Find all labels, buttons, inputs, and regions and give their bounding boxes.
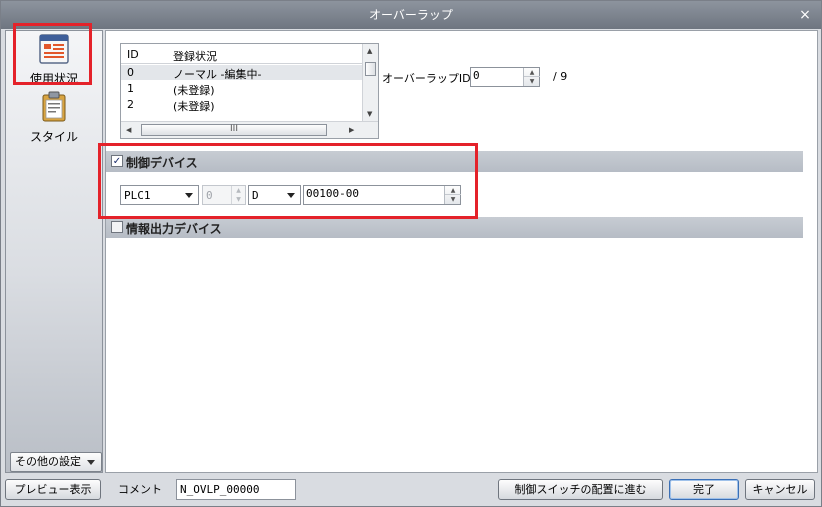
overlap-id-input[interactable] <box>473 69 521 82</box>
list-item-id: 1 <box>127 82 134 95</box>
list-item[interactable]: 1 (未登録) <box>121 81 362 97</box>
cancel-button[interactable]: キャンセル <box>745 479 815 500</box>
column-header-id: ID <box>127 48 139 61</box>
info-output-device-section-header: 情報出力デバイス <box>106 217 803 238</box>
main-content-pane: ID 登録状況 0 ノーマル -編集中- 1 (未登録) 2 (未登録) ▲ ▼ <box>105 30 818 473</box>
list-item[interactable]: 2 (未登録) <box>121 97 362 113</box>
device-type-value: D <box>252 189 259 202</box>
device-address-stepper[interactable]: ▲ ▼ <box>303 185 461 205</box>
other-settings-label: その他の設定 <box>15 455 81 468</box>
nav-item-style[interactable]: スタイル <box>12 89 96 144</box>
station-stepper: 0 ▲ ▼ <box>202 185 246 205</box>
list-horizontal-scrollbar[interactable]: ◀ III ▶ <box>121 121 378 138</box>
window-title: オーバーラップ <box>369 8 453 22</box>
spin-down-icon[interactable]: ▼ <box>524 77 540 86</box>
comment-input[interactable] <box>180 483 292 496</box>
device-address-spin-buttons[interactable]: ▲ ▼ <box>444 186 461 204</box>
other-settings-dropdown[interactable]: その他の設定 <box>10 452 102 472</box>
device-type-select[interactable]: D <box>248 185 301 205</box>
comment-label: コメント <box>118 483 162 496</box>
info-output-device-title: 情報出力デバイス <box>126 222 222 236</box>
list-item[interactable]: 0 ノーマル -編集中- <box>121 65 362 81</box>
scroll-left-arrow-icon[interactable]: ◀ <box>126 126 131 134</box>
close-icon[interactable]: × <box>797 1 813 29</box>
scroll-up-arrow-icon[interactable]: ▲ <box>367 47 372 55</box>
switch-placement-button[interactable]: 制御スイッチの配置に進む <box>498 479 663 500</box>
device-address-input[interactable] <box>306 187 440 200</box>
plc-select[interactable]: PLC1 <box>120 185 199 205</box>
horizontal-scroll-thumb[interactable]: III <box>141 124 327 136</box>
list-item-id: 0 <box>127 66 134 79</box>
chevron-down-icon <box>87 460 95 465</box>
spin-up-icon[interactable]: ▲ <box>524 68 540 77</box>
control-device-title: 制御デバイス <box>126 156 198 170</box>
overlap-list[interactable]: ID 登録状況 0 ノーマル -編集中- 1 (未登録) 2 (未登録) ▲ ▼ <box>120 43 379 139</box>
overlap-id-stepper[interactable]: ▲ ▼ <box>470 67 540 87</box>
overlap-id-total: / 9 <box>553 70 568 83</box>
list-item-status: (未登録) <box>173 84 215 97</box>
overlap-id-spin-buttons[interactable]: ▲ ▼ <box>523 68 540 86</box>
chevron-down-icon <box>185 193 193 198</box>
control-device-section-header: ✓ 制御デバイス <box>106 151 803 172</box>
comment-field[interactable] <box>176 479 296 500</box>
overlap-id-label: オーバーラップID <box>382 72 471 85</box>
list-header: ID 登録状況 <box>121 44 362 64</box>
preview-button[interactable]: プレビュー表示 <box>5 479 101 500</box>
nav-label-style: スタイル <box>29 130 78 144</box>
control-device-checkbox[interactable]: ✓ <box>111 155 123 167</box>
spin-up-icon[interactable]: ▲ <box>445 186 461 195</box>
list-vertical-scrollbar[interactable]: ▲ ▼ <box>362 44 378 122</box>
list-item-id: 2 <box>127 98 134 111</box>
vertical-scroll-thumb[interactable] <box>365 62 376 76</box>
station-spin-icon: ▲ ▼ <box>231 186 245 204</box>
column-header-status: 登録状況 <box>173 50 217 63</box>
nav-label-usage-status: 使用状況 <box>29 72 78 86</box>
scroll-right-arrow-icon[interactable]: ▶ <box>349 126 354 134</box>
chevron-down-icon <box>287 193 295 198</box>
spin-down-icon[interactable]: ▼ <box>445 195 461 204</box>
title-bar: オーバーラップ × <box>1 1 821 29</box>
list-item-status: ノーマル -編集中- <box>173 68 262 81</box>
nav-item-usage-status[interactable]: 使用状況 <box>12 31 96 86</box>
left-nav-pane: 使用状況 スタイル その他の設定 <box>5 30 103 473</box>
plc-select-value: PLC1 <box>124 189 151 202</box>
list-item-status: (未登録) <box>173 100 215 113</box>
overlap-dialog: オーバーラップ × 使用状況 スタイル その他の設定 ID 登録状況 0 ノーマ… <box>0 0 822 507</box>
usage-status-icon <box>39 34 69 64</box>
done-button[interactable]: 完了 <box>669 479 739 500</box>
scroll-down-arrow-icon[interactable]: ▼ <box>367 110 372 118</box>
station-value: 0 <box>206 189 213 202</box>
style-clipboard-icon <box>42 91 66 122</box>
info-output-device-checkbox[interactable] <box>111 221 123 233</box>
